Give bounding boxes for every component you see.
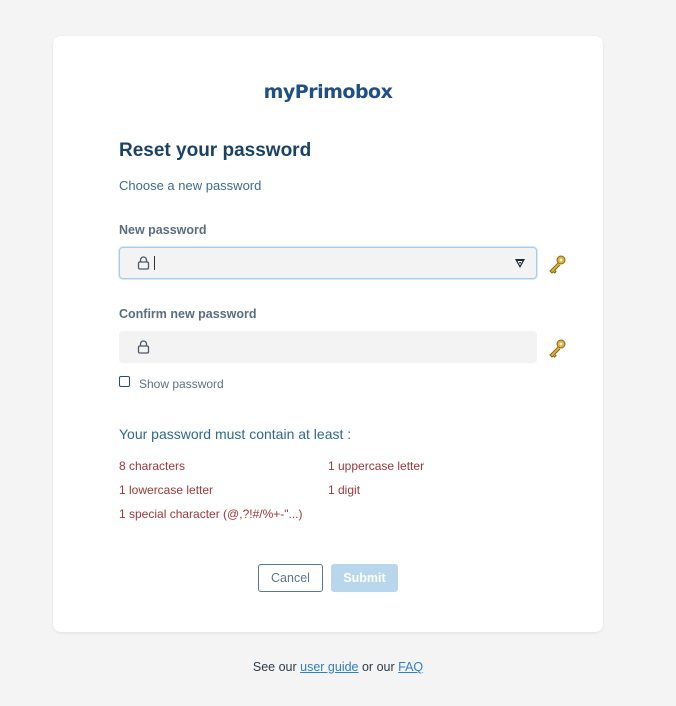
lock-icon bbox=[137, 256, 150, 270]
lock-icon bbox=[137, 340, 150, 354]
key-icon[interactable] bbox=[547, 254, 567, 274]
footer-middle: or our bbox=[361, 660, 395, 674]
password-rules-title: Your password must contain at least : bbox=[119, 426, 352, 442]
reset-password-card: myPrimobox Reset your password Choose a … bbox=[53, 36, 603, 632]
user-guide-link[interactable]: user guide bbox=[300, 660, 358, 674]
footer-help: See our user guide or our FAQ bbox=[0, 660, 676, 674]
cancel-button[interactable]: Cancel bbox=[258, 564, 323, 592]
rule-item: 1 special character (@,?!#/%+-"...) bbox=[119, 507, 303, 521]
myprimobox-logo: myPrimobox bbox=[263, 81, 393, 103]
new-password-input[interactable] bbox=[156, 248, 500, 280]
show-password-checkbox[interactable] bbox=[119, 376, 130, 387]
confirm-password-input[interactable] bbox=[156, 332, 500, 364]
faq-link[interactable]: FAQ bbox=[398, 660, 423, 674]
key-icon[interactable] bbox=[547, 338, 567, 358]
rule-item: 1 uppercase letter bbox=[328, 459, 425, 473]
new-password-label: New password bbox=[119, 223, 207, 237]
footer-prefix: See our bbox=[252, 660, 297, 674]
page-title: Reset your password bbox=[119, 140, 312, 161]
rule-item: 1 lowercase letter bbox=[119, 483, 214, 497]
text-caret bbox=[154, 256, 155, 270]
confirm-password-field[interactable] bbox=[119, 331, 537, 364]
show-password-label[interactable]: Show password bbox=[139, 377, 224, 391]
confirm-password-label: Confirm new password bbox=[119, 307, 257, 321]
password-manager-icon[interactable] bbox=[513, 256, 527, 270]
rule-item: 8 characters bbox=[119, 459, 186, 473]
new-password-field[interactable] bbox=[119, 247, 537, 280]
submit-button[interactable]: Submit bbox=[331, 564, 398, 592]
page-subtitle: Choose a new password bbox=[119, 178, 262, 193]
rule-item: 1 digit bbox=[328, 483, 361, 497]
